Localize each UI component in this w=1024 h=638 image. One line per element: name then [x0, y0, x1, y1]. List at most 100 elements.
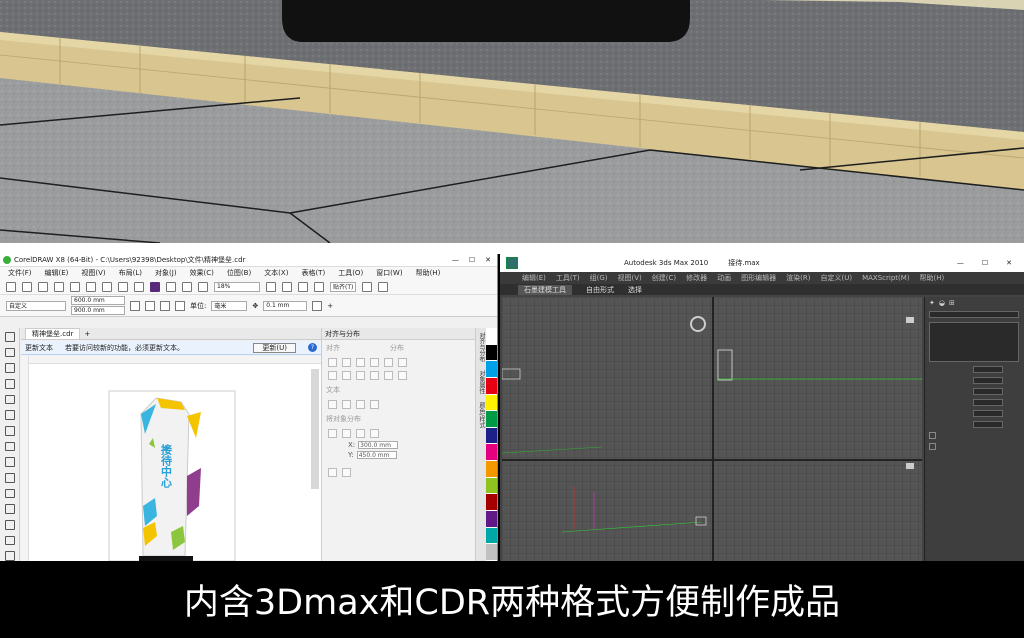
rectangle-tool-icon[interactable] [4, 426, 15, 436]
current-page-icon[interactable] [175, 300, 185, 311]
minimize-button[interactable]: — [452, 256, 459, 264]
interactive-fill-icon[interactable] [4, 551, 15, 561]
palette-swatch[interactable] [486, 377, 497, 395]
page-height-field[interactable]: 900.0 mm [71, 306, 125, 315]
portrait-icon[interactable] [130, 300, 140, 311]
max-close-button[interactable]: ✕ [1006, 259, 1012, 267]
align-middle-icon[interactable] [342, 371, 351, 380]
palette-swatch[interactable] [486, 361, 497, 378]
distribute-middle-icon[interactable] [384, 371, 393, 380]
align-to-point-icon[interactable] [356, 429, 365, 438]
text-baseline-icon[interactable] [370, 400, 379, 409]
palette-swatch[interactable] [486, 494, 497, 512]
hierarchy-icon[interactable]: ⊞ [949, 299, 955, 307]
parallel-dimension-icon[interactable] [4, 488, 15, 499]
nudge-distance-field[interactable]: 0.1 mm [263, 300, 308, 311]
align-right-icon[interactable] [356, 358, 365, 367]
text-first-line-icon[interactable] [328, 400, 337, 409]
max-maximize-button[interactable]: ☐ [982, 259, 988, 267]
add-document-icon[interactable]: + [84, 330, 90, 338]
text-bounding-icon[interactable] [356, 400, 365, 409]
text-last-line-icon[interactable] [342, 400, 351, 409]
maximize-button[interactable]: ☐ [469, 256, 475, 264]
menu-edit[interactable]: 编辑(E) [45, 268, 69, 278]
menu-object[interactable]: 对象(J) [155, 268, 177, 278]
3dsmax-logo-icon[interactable] [506, 257, 518, 269]
max-menu-group[interactable]: 组(G) [590, 273, 608, 283]
ribbon-graphite-tab[interactable]: 石墨建模工具 [518, 284, 572, 295]
fill-tool-icon[interactable] [4, 535, 15, 546]
menu-effects[interactable]: 效果(C) [190, 268, 214, 278]
align-to-selection-icon[interactable] [370, 429, 379, 438]
menu-file[interactable]: 文件(F) [8, 268, 32, 278]
param-5-field[interactable] [973, 410, 1003, 417]
redo-icon[interactable] [134, 281, 144, 292]
add-icon[interactable]: + [327, 302, 333, 310]
application-launcher-icon[interactable] [378, 281, 389, 292]
paste-icon[interactable] [102, 281, 112, 292]
text-tool-icon[interactable] [4, 473, 15, 483]
menu-window[interactable]: 窗口(W) [376, 268, 402, 278]
menu-tools[interactable]: 工具(O) [338, 268, 363, 278]
import-icon[interactable] [166, 281, 176, 292]
max-menu-animation[interactable]: 动画 [717, 273, 731, 283]
menu-layout[interactable]: 布局(L) [119, 268, 142, 278]
palette-swatch[interactable] [486, 527, 497, 545]
option-checkbox-1[interactable] [929, 432, 936, 439]
palette-swatch[interactable] [486, 427, 497, 445]
full-screen-icon[interactable] [266, 281, 276, 292]
distribute-right-icon[interactable] [398, 358, 407, 367]
param-3-field[interactable] [973, 388, 1003, 395]
save-icon[interactable] [38, 281, 48, 292]
distribute-center-icon[interactable] [384, 358, 393, 367]
print-icon[interactable] [54, 281, 64, 292]
connector-tool-icon[interactable] [4, 504, 15, 515]
distribute-horizontal-icon[interactable] [328, 468, 337, 477]
snap-to-button[interactable]: 贴齐(T) [330, 281, 357, 292]
distribute-bottom-icon[interactable] [398, 371, 407, 380]
max-menu-graph-editors[interactable]: 图形编辑器 [741, 273, 776, 283]
palette-swatch[interactable] [486, 477, 497, 495]
distribute-left-icon[interactable] [370, 358, 379, 367]
rulers-icon[interactable] [282, 281, 292, 292]
freehand-tool-icon[interactable] [4, 394, 15, 405]
viewcube-icon[interactable] [690, 316, 706, 332]
menu-view[interactable]: 视图(V) [81, 268, 105, 278]
grid-icon[interactable] [298, 281, 308, 292]
align-left-icon[interactable] [328, 358, 337, 367]
landscape-icon[interactable] [145, 300, 155, 311]
param-6-field[interactable] [973, 421, 1003, 428]
modify-icon[interactable]: ◒ [939, 299, 945, 307]
palette-swatch[interactable] [486, 511, 497, 528]
shape-tool-icon[interactable] [4, 347, 15, 358]
param-1-field[interactable] [973, 366, 1003, 373]
menu-help[interactable]: 帮助(H) [416, 268, 441, 278]
help-icon[interactable]: ? [308, 343, 317, 352]
viewport-split-horizontal[interactable] [502, 459, 922, 461]
polygon-tool-icon[interactable] [4, 457, 15, 468]
all-pages-icon[interactable] [160, 300, 170, 311]
close-button[interactable]: ✕ [485, 256, 491, 264]
menu-text[interactable]: 文本(X) [264, 268, 288, 278]
vertical-scrollbar[interactable] [311, 369, 319, 489]
page-preset-select[interactable]: 自定义 [6, 300, 66, 311]
viewport-split-vertical[interactable] [712, 297, 714, 561]
menu-table[interactable]: 表格(T) [301, 268, 325, 278]
modifier-stack[interactable] [929, 322, 1019, 362]
guidelines-icon[interactable] [314, 281, 324, 292]
ribbon-freeform-tab[interactable]: 自由形式 [586, 285, 614, 295]
max-menu-rendering[interactable]: 渲染(R) [786, 273, 810, 283]
option-checkbox-2[interactable] [929, 443, 936, 450]
palette-swatch[interactable] [486, 444, 497, 462]
new-icon[interactable] [6, 281, 16, 292]
search-content-icon[interactable] [150, 281, 160, 292]
palette-swatch[interactable] [486, 411, 497, 428]
document-tab[interactable]: 精神堡垒.cdr [25, 328, 81, 339]
align-bottom-icon[interactable] [356, 371, 365, 380]
ribbon-selection-tab[interactable]: 选择 [628, 285, 642, 295]
align-to-grid-icon[interactable] [342, 429, 351, 438]
units-select[interactable]: 毫米 [211, 300, 248, 311]
cut-icon[interactable] [70, 281, 80, 292]
palette-swatch[interactable] [486, 461, 497, 478]
copy-icon[interactable] [86, 281, 96, 292]
